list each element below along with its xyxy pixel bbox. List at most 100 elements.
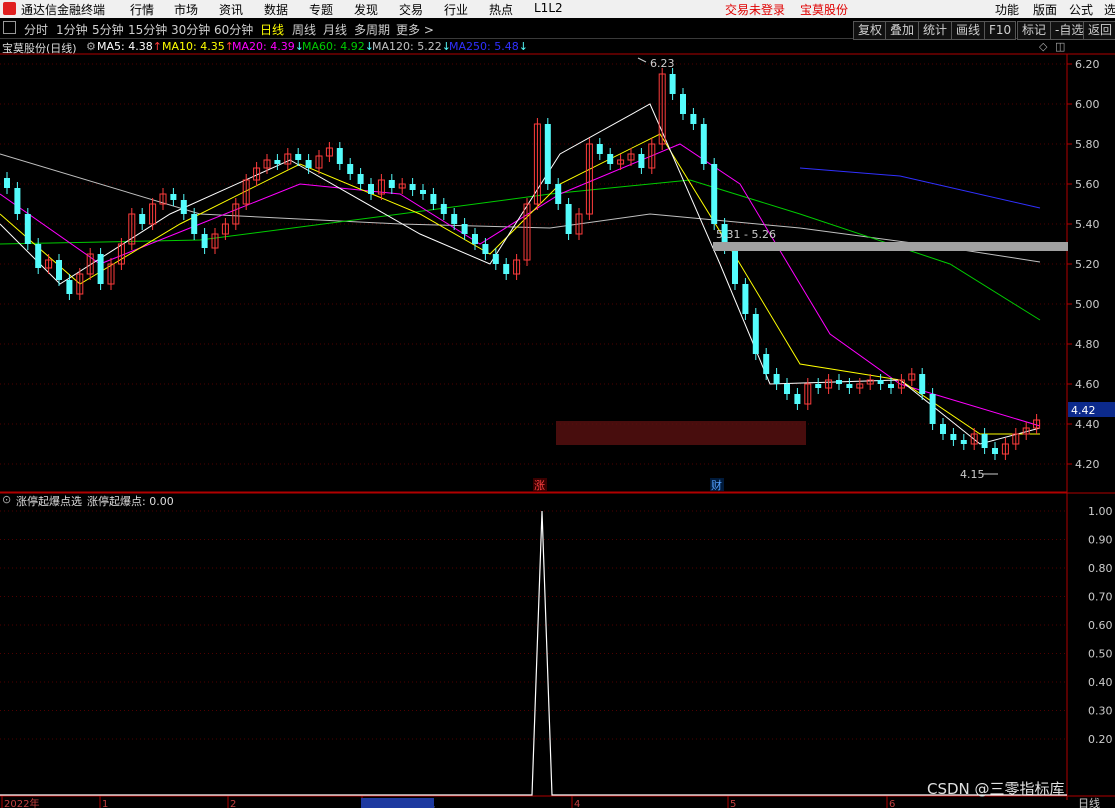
- candle-down: [919, 374, 926, 394]
- candle-down: [992, 448, 998, 454]
- date-tick-label: 6: [889, 799, 895, 808]
- candle-down: [388, 180, 395, 188]
- candle-down: [555, 184, 562, 204]
- indicator-tick-label: 0.50: [1088, 648, 1113, 661]
- candle-down: [690, 114, 697, 124]
- candle-down: [742, 284, 749, 314]
- candle-down: [14, 188, 21, 214]
- candle-down: [596, 144, 603, 154]
- ma250-line: [799, 167, 1041, 209]
- date-tick-label: 2022年: [4, 797, 39, 808]
- candle-down: [784, 384, 790, 394]
- date-tick-label: 4: [574, 799, 580, 808]
- price-tick-label: 4.40: [1075, 418, 1100, 431]
- price-tick-label: 6.00: [1075, 98, 1100, 111]
- candle-down: [700, 124, 707, 164]
- candle-down: [981, 434, 988, 448]
- date-tick-label: 1: [102, 799, 108, 808]
- candle-down: [607, 154, 614, 164]
- indicator-tick-label: 0.90: [1088, 534, 1113, 547]
- candle-down: [357, 174, 364, 184]
- price-tick-label: 6.20: [1075, 58, 1100, 71]
- candle-down: [97, 254, 104, 284]
- candle-down: [711, 164, 718, 224]
- candle-down: [492, 254, 499, 264]
- finance-mark-text: 财: [711, 478, 722, 492]
- price-tick-label: 4.60: [1075, 378, 1100, 391]
- indicator-tick-label: 0.30: [1088, 705, 1113, 718]
- price-tick-label: 5.40: [1075, 218, 1100, 231]
- indicator-tick-label: 0.20: [1088, 733, 1113, 746]
- candle-down: [440, 204, 447, 214]
- candle-down: [472, 234, 478, 244]
- range-band: [713, 242, 1068, 251]
- price-tick-label: 4.80: [1075, 338, 1100, 351]
- price-tick-label: 5.00: [1075, 298, 1100, 311]
- candle-down: [732, 248, 738, 284]
- candle-down: [451, 214, 458, 224]
- candle-down: [877, 380, 884, 384]
- date-tick-label: 5: [730, 799, 736, 808]
- candle-down: [139, 214, 146, 224]
- candle-down: [794, 394, 801, 404]
- candle-down: [836, 380, 842, 384]
- candle-down: [336, 148, 343, 164]
- candle-down: [680, 94, 686, 114]
- high-price-label: 6.23: [650, 57, 675, 70]
- price-tick-label: 5.20: [1075, 258, 1100, 271]
- candle-down: [940, 424, 946, 434]
- period-label: 日线: [1078, 796, 1100, 808]
- indicator-tick-label: 0.40: [1088, 676, 1113, 689]
- indicator-tick-label: 0.70: [1088, 591, 1113, 604]
- range-label: 5.31 - 5.26: [716, 228, 776, 241]
- low-price-label: 4.15: [960, 468, 985, 481]
- candle-down: [420, 190, 426, 194]
- kline-chart[interactable]: 6.20 6.00 5.80 5.60 5.40 5.20 5.00 4.80 4.60 4.40…: [0, 0, 1115, 808]
- candle-down: [191, 214, 198, 234]
- candle-down: [929, 394, 936, 424]
- candle-down: [773, 374, 780, 384]
- candle-down: [4, 178, 10, 188]
- candle-down: [752, 314, 759, 354]
- indicator-tick-label: 1.00: [1088, 505, 1113, 518]
- candle-down: [960, 440, 967, 444]
- indicator-name: 涨停起爆点选: [16, 495, 82, 508]
- candle-down: [368, 184, 374, 194]
- candle-down: [24, 214, 31, 244]
- blurred-overlay: [556, 421, 806, 445]
- candle-down: [763, 354, 770, 374]
- date-cursor-box: [361, 798, 434, 808]
- candle-down: [35, 244, 42, 268]
- candle-down: [56, 260, 62, 280]
- date-tick-label: 2: [230, 799, 236, 808]
- candle-down: [544, 124, 551, 184]
- candle-down: [888, 384, 894, 388]
- candle-down: [180, 200, 187, 214]
- candle-down: [201, 234, 208, 248]
- candle-down: [347, 164, 354, 174]
- candle-down: [66, 280, 73, 294]
- candle-down: [170, 194, 177, 200]
- indicator-tick-label: 0.60: [1088, 619, 1113, 632]
- price-tick-label: 4.20: [1075, 458, 1100, 471]
- candle-down: [950, 434, 957, 440]
- candle-down: [669, 74, 676, 94]
- candle-down: [295, 154, 302, 160]
- candle-down: [846, 384, 853, 388]
- candle-down: [461, 224, 468, 234]
- candle-down: [565, 204, 572, 234]
- indicator-tick-label: 0.80: [1088, 562, 1113, 575]
- candle-down: [409, 184, 416, 190]
- price-tick-label: 5.80: [1075, 138, 1100, 151]
- indicator-value: 涨停起爆点: 0.00: [87, 495, 174, 508]
- price-tick-label: 5.60: [1075, 178, 1100, 191]
- watermark: CSDN @三零指标库: [927, 780, 1065, 798]
- limit-up-mark-text: 涨: [534, 479, 545, 492]
- candle-down: [305, 160, 312, 168]
- candle-down: [430, 194, 437, 204]
- candle-down: [274, 160, 281, 164]
- candle-down: [638, 154, 645, 168]
- indicator-toggle-icon[interactable]: ⊙: [2, 493, 11, 506]
- candle-down: [482, 244, 489, 254]
- ma10-line: [0, 133, 1040, 435]
